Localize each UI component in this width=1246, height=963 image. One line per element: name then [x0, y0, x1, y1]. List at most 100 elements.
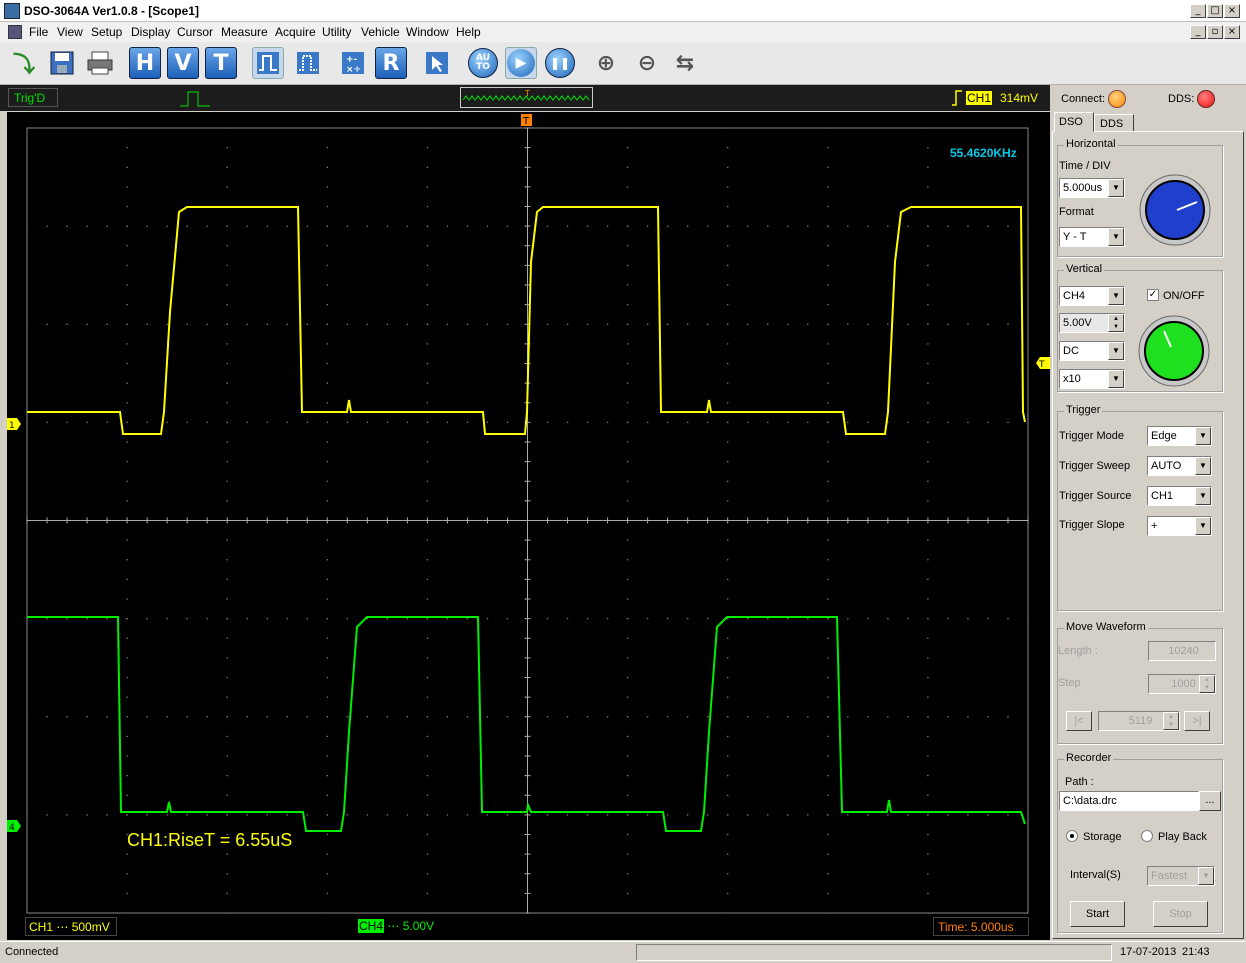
trigger-level: 314mV — [1000, 91, 1039, 105]
storage-radio[interactable] — [1066, 830, 1078, 842]
coupling-select[interactable]: DC ▼ — [1059, 341, 1125, 361]
chevron-down-icon: ▼ — [1195, 427, 1211, 445]
waveform-overview[interactable]: T — [460, 87, 593, 108]
trigger-level-marker[interactable]: T — [1036, 357, 1050, 370]
ch4-label: CH4 — [358, 919, 385, 933]
tab-dso[interactable]: DSO — [1054, 112, 1094, 132]
volts-knob[interactable] — [1136, 313, 1216, 389]
title-bar: DSO-3064A Ver1.0.8 - [Scope1] _ □ × — [0, 0, 1246, 22]
reference-button[interactable]: R — [375, 47, 407, 79]
menu-view[interactable]: View — [57, 25, 83, 39]
status-date: 17-07-2013 — [1120, 946, 1177, 958]
trigger-slope-select[interactable]: + ▼ — [1147, 516, 1212, 536]
vertical-button[interactable]: V — [167, 47, 199, 79]
menu-utility[interactable]: Utility — [322, 25, 351, 39]
reset-view-icon[interactable]: ⇆ — [669, 47, 701, 79]
cursor-select-icon[interactable] — [421, 47, 453, 79]
child-restore-button[interactable]: ▫ — [1207, 25, 1223, 39]
svg-text:+-: +- — [346, 55, 358, 65]
svg-text:1: 1 — [9, 421, 15, 431]
trigger-mode-select[interactable]: Edge ▼ — [1147, 426, 1212, 446]
menu-cursor[interactable]: Cursor — [177, 25, 213, 39]
ch1-scale-box[interactable]: CH1 ⋯ 500mV — [25, 917, 117, 936]
browse-button[interactable]: ... — [1199, 791, 1221, 811]
trigger-position-marker[interactable]: T — [521, 114, 532, 127]
length-field: 10240 — [1148, 641, 1216, 661]
measure-wave-icon[interactable] — [292, 47, 324, 79]
svg-text:T: T — [1038, 360, 1045, 370]
status-progress-pane — [636, 944, 1112, 961]
print-icon[interactable] — [84, 47, 116, 79]
trigger-sweep-label: Trigger Sweep — [1059, 460, 1131, 472]
math-icon[interactable]: +- ×÷ — [337, 47, 369, 79]
time-div-select[interactable]: 5.000us ▼ — [1059, 178, 1125, 198]
maximize-button[interactable]: □ — [1207, 4, 1223, 18]
minimize-button[interactable]: _ — [1190, 4, 1206, 18]
vertical-title: Vertical — [1064, 263, 1105, 275]
trigger-button[interactable]: T — [205, 47, 237, 79]
status-time: 21:43 — [1182, 946, 1210, 958]
ch4-scale: 5.00V — [402, 919, 435, 933]
volts-div-spinner[interactable]: 5.00V ▲ ▼ — [1059, 313, 1125, 333]
first-button: |< — [1066, 711, 1092, 731]
child-close-button[interactable]: × — [1224, 25, 1240, 39]
trigger-sweep-select[interactable]: AUTO ▼ — [1147, 456, 1212, 476]
trigger-source-select[interactable]: CH1 ▼ — [1147, 486, 1212, 506]
menu-file[interactable]: File — [29, 25, 48, 39]
time-knob[interactable] — [1134, 173, 1216, 249]
connection-status: Connected — [5, 946, 59, 958]
menu-setup[interactable]: Setup — [91, 25, 122, 39]
position-spinner: 5119 ▲ ▼ — [1098, 711, 1180, 731]
path-input[interactable]: C:\data.drc — [1059, 791, 1199, 811]
scope-display[interactable]: T 1 4 T 55.4620KHz CH1:RiseT = 6.55uS CH… — [7, 112, 1050, 940]
menu-window[interactable]: Window — [406, 25, 449, 39]
last-button: >| — [1184, 711, 1210, 731]
trigger-slope-label: Trigger Slope — [1059, 519, 1125, 531]
trigger-status-bar: Trig'D T CH1 314mV — [0, 85, 1050, 111]
ch4-scale-box[interactable]: CH4 ⋯ 5.00V — [356, 917, 452, 936]
chevron-down-icon: ▼ — [1108, 179, 1124, 197]
chevron-down-icon: ▼ — [1108, 287, 1124, 305]
playback-radio[interactable] — [1141, 830, 1153, 842]
vertical-channel-select[interactable]: CH4 ▼ — [1059, 286, 1125, 306]
auto-button[interactable]: AU TO — [468, 48, 498, 78]
ch1-label: CH1 — [29, 920, 54, 934]
zoom-in-icon[interactable]: ⊕ — [590, 47, 622, 79]
run-icon[interactable]: ▶ — [505, 47, 537, 79]
ch4-level-marker[interactable]: 4 — [7, 820, 21, 833]
chevron-down-icon: ▼ — [1108, 342, 1124, 360]
horizontal-button[interactable]: H — [129, 47, 161, 79]
menu-help[interactable]: Help — [456, 25, 481, 39]
chevron-down-icon: ▼ — [1195, 517, 1211, 535]
tab-dds[interactable]: DDS — [1094, 114, 1134, 132]
menu-measure[interactable]: Measure — [221, 25, 268, 39]
chevron-down-icon: ▼ — [1108, 370, 1124, 388]
close-button[interactable]: × — [1224, 4, 1240, 18]
menu-acquire[interactable]: Acquire — [275, 25, 316, 39]
chevron-down-icon: ▼ — [1108, 228, 1124, 246]
storage-label: Storage — [1083, 831, 1122, 843]
control-panel: Connect: DDS: DSO DDS Horizontal Time / … — [1050, 85, 1246, 941]
spin-arrows-icon: ▲ ▼ — [1163, 712, 1179, 730]
rising-edge-icon — [952, 90, 962, 106]
onoff-checkbox[interactable]: ✓ — [1147, 289, 1159, 301]
start-button[interactable]: Start — [1070, 901, 1125, 927]
path-label: Path : — [1065, 776, 1094, 788]
zoom-out-icon[interactable]: ⊖ — [631, 47, 663, 79]
svg-text:4: 4 — [9, 823, 15, 833]
child-minimize-button[interactable]: _ — [1190, 25, 1206, 39]
open-icon[interactable]: ⤵ — [8, 47, 40, 79]
save-icon[interactable] — [46, 47, 78, 79]
pause-icon[interactable]: ❚❚ — [545, 48, 575, 78]
connect-led-icon — [1108, 90, 1126, 108]
ch1-scale: 500mV — [71, 920, 110, 934]
trigger-pulse-icon — [180, 91, 210, 107]
menu-vehicle[interactable]: Vehicle — [361, 25, 400, 39]
app-icon — [4, 3, 20, 19]
probe-select[interactable]: x10 ▼ — [1059, 369, 1125, 389]
pulse-wave-icon[interactable] — [252, 47, 284, 79]
ch1-level-marker[interactable]: 1 — [7, 418, 21, 431]
ch4-waveform — [27, 616, 1026, 832]
menu-display[interactable]: Display — [131, 25, 170, 39]
format-select[interactable]: Y - T ▼ — [1059, 227, 1125, 247]
